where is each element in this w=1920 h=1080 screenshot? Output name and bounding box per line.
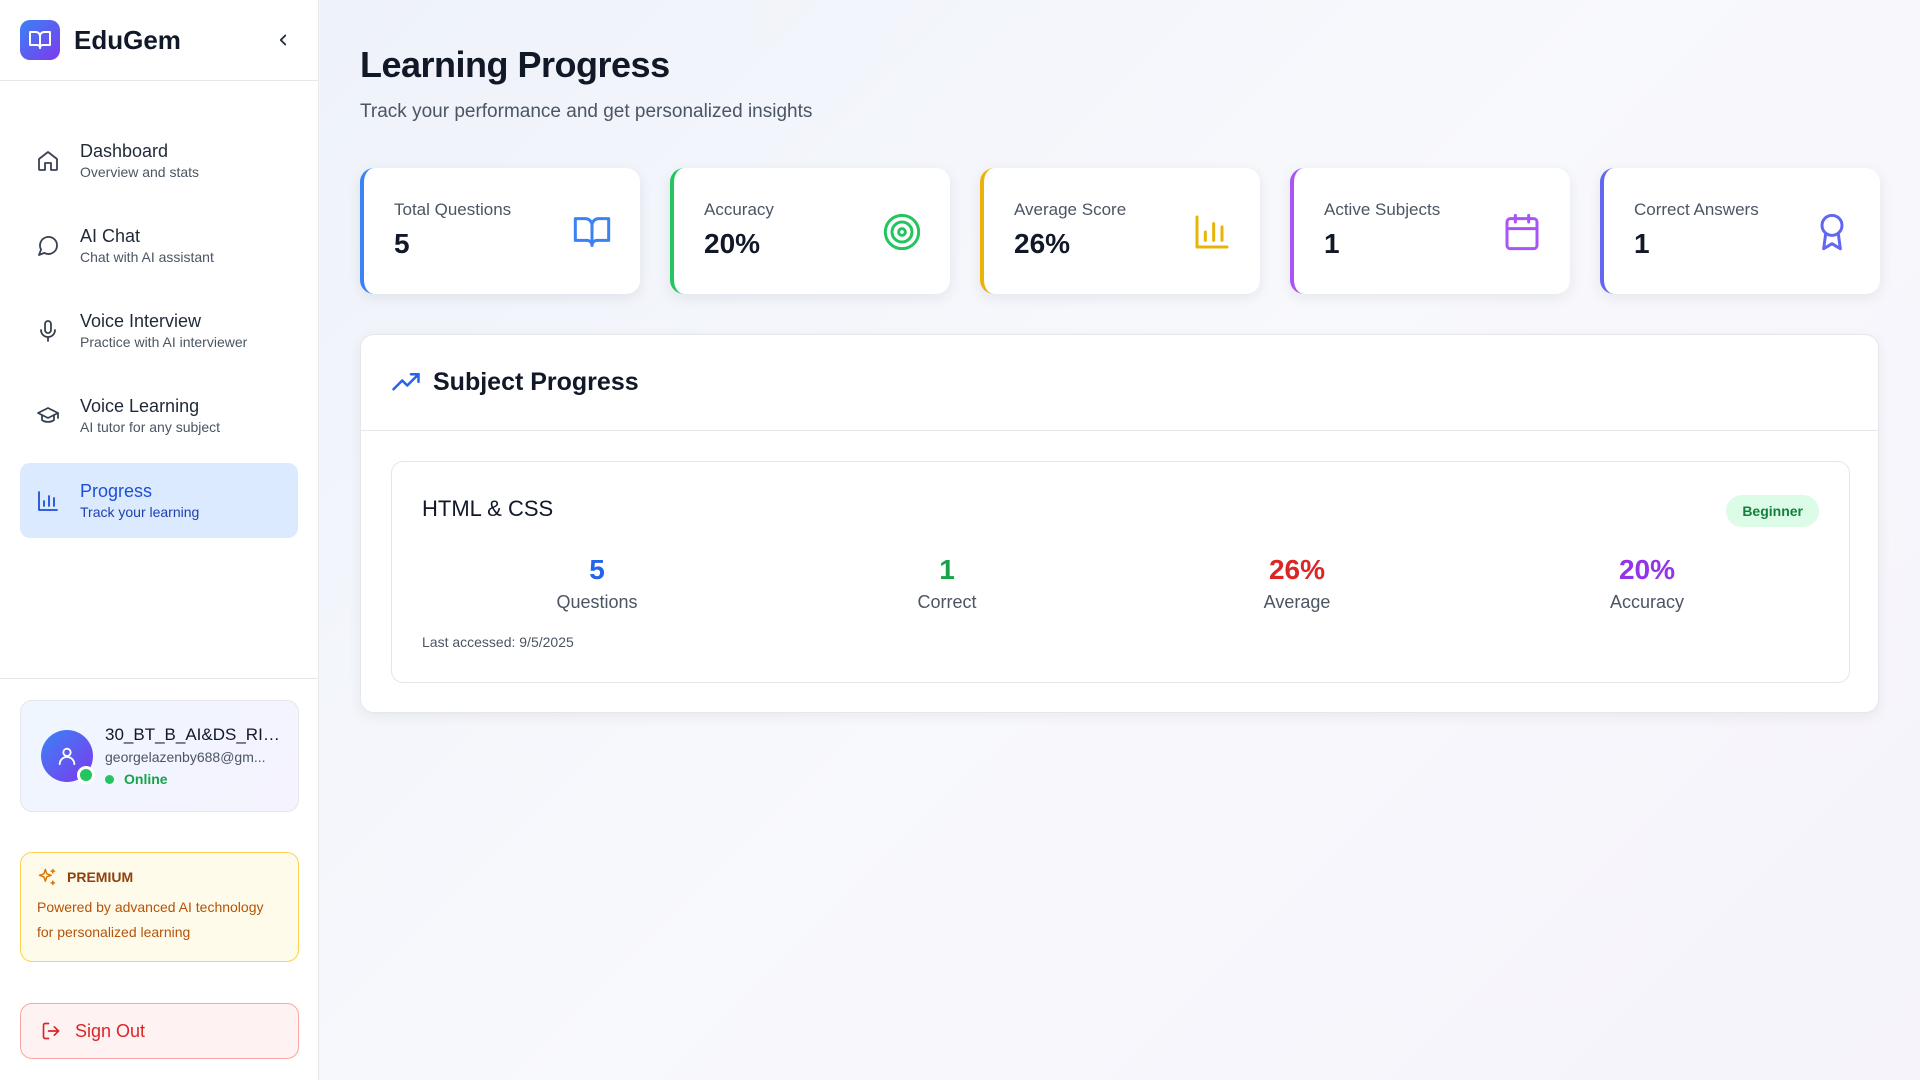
level-badge: Beginner xyxy=(1726,495,1819,527)
chat-bubble-icon xyxy=(38,235,58,256)
page-title: Learning Progress xyxy=(360,44,670,85)
stat-card-average-score: Average Score 26% xyxy=(980,168,1260,294)
avatar xyxy=(41,730,95,784)
graduation-cap-icon xyxy=(37,406,59,423)
subject-name: HTML & CSS xyxy=(422,496,554,521)
sidebar: EduGem Dashboard Overview and stats AI C… xyxy=(0,0,319,1080)
sidebar-item-label: AI Chat xyxy=(80,225,141,246)
sidebar-item-description: Chat with AI assistant xyxy=(80,248,214,265)
sidebar-nav: Dashboard Overview and stats AI Chat Cha… xyxy=(0,81,318,538)
sidebar-item-description: Overview and stats xyxy=(80,163,200,180)
metric-questions: 5 Questions xyxy=(422,554,772,613)
user-email: georgelazenby688@gm... xyxy=(105,749,266,765)
award-icon xyxy=(1820,213,1844,251)
metric-value: 20% xyxy=(1618,554,1676,585)
sidebar-item-label: Voice Learning xyxy=(80,395,200,416)
main-content: Learning Progress Track your performance… xyxy=(320,0,1920,1080)
chevron-left-icon xyxy=(279,34,287,46)
last-accessed: Last accessed: 9/5/2025 xyxy=(422,634,574,650)
online-indicator xyxy=(77,766,95,784)
metric-accuracy: 20% Accuracy xyxy=(1472,554,1822,613)
sidebar-item-description: Practice with AI interviewer xyxy=(80,333,248,350)
metric-correct: 1 Correct xyxy=(772,554,1122,613)
sidebar-item-voice-learning[interactable]: Voice Learning AI tutor for any subject xyxy=(20,378,298,453)
stats-row: Total Questions 5 Accuracy 20% Average S… xyxy=(360,168,1880,294)
premium-description: Powered by advanced AI technology for pe… xyxy=(37,899,264,940)
sidebar-item-voice-interview[interactable]: Voice Interview Practice with AI intervi… xyxy=(20,293,298,368)
metric-value: 5 xyxy=(589,554,605,585)
book-icon xyxy=(573,217,611,247)
stat-card-accuracy: Accuracy 20% xyxy=(670,168,950,294)
bar-chart-icon xyxy=(38,490,58,511)
metric-average: 26% Average xyxy=(1122,554,1472,613)
user-status: Online xyxy=(105,771,285,787)
target-icon xyxy=(883,213,921,251)
calendar-icon xyxy=(1505,213,1539,251)
home-icon xyxy=(38,150,58,171)
app-name: EduGem xyxy=(74,24,181,55)
sidebar-item-description: AI tutor for any subject xyxy=(80,418,221,435)
subject-progress-panel: Subject Progress HTML & CSS Beginner 5 Q… xyxy=(360,334,1879,713)
stat-card-correct-answers: Correct Answers 1 xyxy=(1600,168,1880,294)
metric-label: Questions xyxy=(556,592,638,612)
sidebar-item-label: Voice Interview xyxy=(80,310,202,331)
metric-label: Correct xyxy=(917,592,977,612)
brand-header: EduGem xyxy=(0,0,318,81)
book-open-icon xyxy=(20,20,60,60)
premium-banner: PREMIUM Powered by advanced AI technolog… xyxy=(20,852,299,962)
metric-value: 26% xyxy=(1268,554,1326,585)
user-profile-card[interactable]: 30_BT_B_AI&DS_RIS... georgelazenby688@gm… xyxy=(20,700,299,812)
bar-chart-icon xyxy=(1195,215,1229,249)
status-dot xyxy=(105,774,114,784)
microphone-icon xyxy=(40,319,56,342)
sidebar-item-ai-chat[interactable]: AI Chat Chat with AI assistant xyxy=(20,208,298,283)
stat-card-active-subjects: Active Subjects 1 xyxy=(1290,168,1570,294)
sidebar-item-label: Progress xyxy=(80,480,153,501)
metric-label: Average xyxy=(1263,592,1331,612)
sidebar-item-description: Track your learning xyxy=(80,503,200,520)
sidebar-item-label: Dashboard xyxy=(80,140,169,161)
sidebar-item-dashboard[interactable]: Dashboard Overview and stats xyxy=(20,123,298,198)
page-subtitle: Track your performance and get personali… xyxy=(360,101,813,122)
sidebar-divider xyxy=(0,678,319,679)
subject-metrics: 5 Questions 1 Correct 26% Average 20% Ac… xyxy=(422,554,1822,613)
premium-title: PREMIUM xyxy=(67,869,134,885)
collapse-sidebar-button[interactable] xyxy=(268,25,298,55)
trending-up-icon xyxy=(392,372,420,390)
status-text: Online xyxy=(124,771,168,787)
subject-card[interactable]: HTML & CSS Beginner 5 Questions 1 Correc… xyxy=(391,461,1850,683)
stat-card-total-questions: Total Questions 5 xyxy=(360,168,640,294)
log-out-icon xyxy=(42,1022,60,1040)
metric-value: 1 xyxy=(939,554,955,585)
sidebar-item-progress[interactable]: Progress Track your learning xyxy=(20,463,298,538)
metric-label: Accuracy xyxy=(1609,592,1685,612)
panel-header: Subject Progress xyxy=(361,335,1878,431)
sparkles-icon xyxy=(38,868,56,886)
user-icon xyxy=(58,747,76,766)
sign-out-label: Sign Out xyxy=(75,1020,146,1041)
panel-title: Subject Progress xyxy=(433,368,639,396)
user-name: 30_BT_B_AI&DS_RIS... xyxy=(105,725,285,744)
sign-out-button[interactable]: Sign Out xyxy=(20,1003,299,1059)
